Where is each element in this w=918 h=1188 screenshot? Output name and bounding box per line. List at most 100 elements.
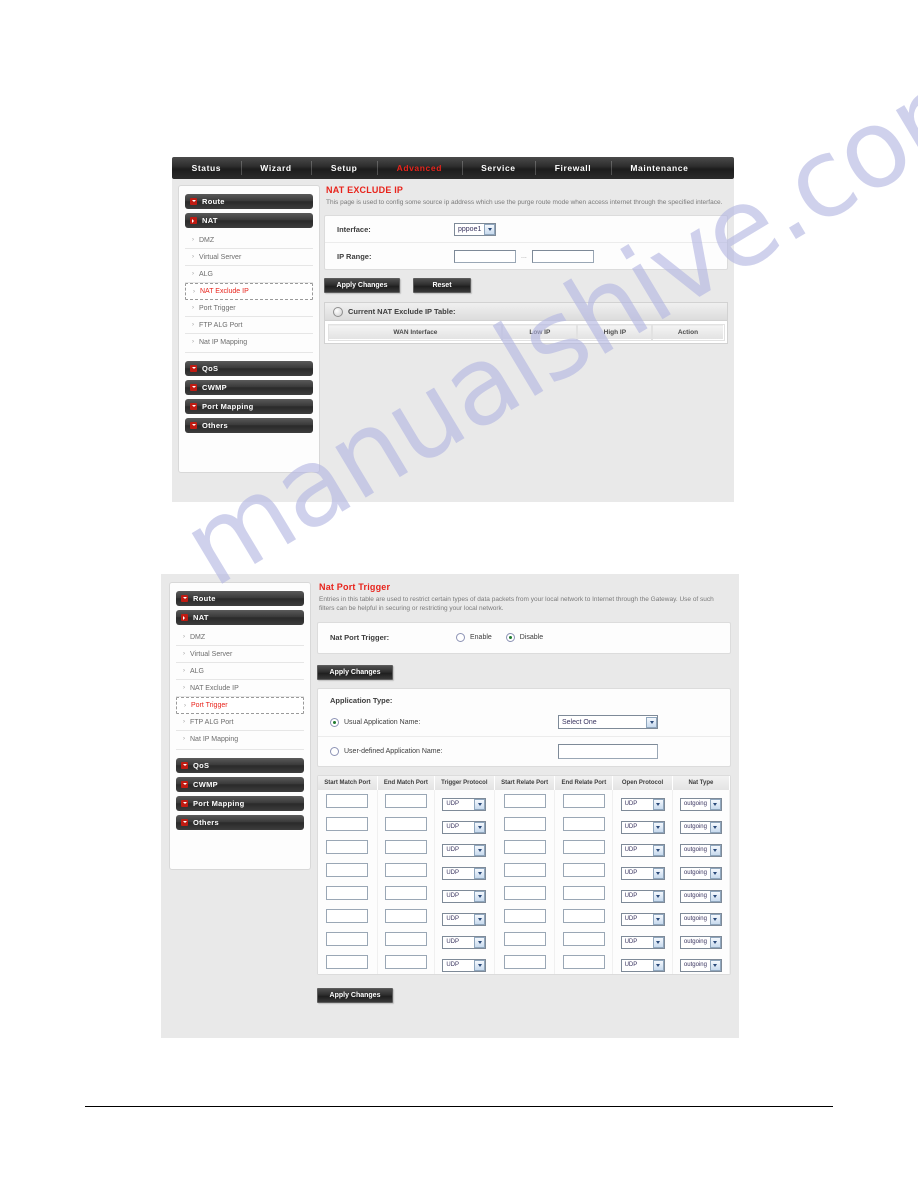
sidebar-item-port-trigger[interactable]: › Port Trigger [176, 697, 304, 714]
start-relate-port-input[interactable] [503, 908, 546, 923]
end-match-port-input[interactable] [384, 931, 427, 946]
sidebar-item-nat-ip-mapping[interactable]: › Nat IP Mapping [176, 731, 304, 747]
ip-range-end-input[interactable] [531, 249, 594, 263]
nat-type-select[interactable]: outgoing [679, 889, 722, 903]
radio-enable[interactable] [456, 633, 465, 643]
radio-usual-application[interactable] [330, 717, 339, 727]
sidebar-item-dmz[interactable]: › DMZ [176, 629, 304, 646]
nat-type-select[interactable]: outgoing [679, 843, 722, 857]
end-relate-port-input[interactable] [562, 862, 605, 877]
open-protocol-select[interactable]: UDP [620, 958, 665, 972]
end-match-port-input[interactable] [384, 816, 427, 831]
start-relate-port-input[interactable] [503, 862, 546, 877]
start-relate-port-input[interactable] [503, 839, 546, 854]
end-relate-port-input[interactable] [562, 816, 605, 831]
end-relate-port-input[interactable] [562, 793, 605, 808]
sidebar-item-port-trigger[interactable]: › Port Trigger [185, 300, 313, 317]
trigger-protocol-select[interactable]: UDP [442, 866, 487, 880]
open-protocol-select[interactable]: UDP [620, 797, 665, 811]
trigger-protocol-select[interactable]: UDP [442, 797, 487, 811]
sidebar-item-virtual-server[interactable]: › Virtual Server [176, 646, 304, 663]
sidebar-group-others[interactable]: Others [176, 815, 304, 830]
sidebar-item-ftp-alg-port[interactable]: › FTP ALG Port [176, 714, 304, 731]
end-match-port-input[interactable] [384, 885, 427, 900]
sidebar-group-port-mapping[interactable]: Port Mapping [185, 399, 313, 414]
open-protocol-select[interactable]: UDP [620, 889, 665, 903]
nat-type-select[interactable]: outgoing [679, 866, 722, 880]
end-relate-port-input[interactable] [562, 908, 605, 923]
radio-userdefined-application[interactable] [330, 746, 339, 756]
end-match-port-input[interactable] [384, 862, 427, 877]
nat-type-select[interactable]: outgoing [679, 797, 722, 811]
interface-select[interactable]: pppoe1 [454, 222, 496, 236]
sidebar-item-ftp-alg-port[interactable]: › FTP ALG Port [185, 317, 313, 334]
end-relate-port-input[interactable] [562, 839, 605, 854]
sidebar-group-nat[interactable]: NAT [176, 610, 304, 625]
start-match-port-input[interactable] [326, 954, 369, 969]
nat-type-select[interactable]: outgoing [679, 912, 722, 926]
trigger-protocol-select[interactable]: UDP [442, 843, 487, 857]
sidebar-item-dmz[interactable]: › DMZ [185, 232, 313, 249]
nat-type-select[interactable]: outgoing [679, 820, 722, 834]
sidebar-item-alg[interactable]: › ALG [185, 266, 313, 283]
trigger-protocol-select[interactable]: UDP [442, 958, 487, 972]
nav-tab-wizard[interactable]: Wizard [240, 157, 312, 179]
sidebar-group-port-mapping[interactable]: Port Mapping [176, 796, 304, 811]
sidebar-item-nat-exclude-ip[interactable]: › NAT Exclude IP [176, 680, 304, 697]
apply-changes-button-bottom[interactable]: Apply Changes [317, 987, 393, 1003]
sidebar-item-nat-exclude-ip[interactable]: › NAT Exclude IP [185, 283, 313, 300]
open-protocol-select[interactable]: UDP [620, 912, 665, 926]
start-relate-port-input[interactable] [503, 885, 546, 900]
start-match-port-input[interactable] [326, 816, 369, 831]
usual-application-select[interactable]: Select One [558, 715, 658, 730]
nav-tab-status[interactable]: Status [172, 157, 241, 179]
trigger-protocol-select[interactable]: UDP [442, 889, 487, 903]
nat-type-select[interactable]: outgoing [679, 935, 722, 949]
ip-range-start-input[interactable] [454, 249, 516, 263]
nav-tab-maintenance[interactable]: Maintenance [610, 157, 708, 179]
start-relate-port-input[interactable] [503, 816, 546, 831]
end-match-port-input[interactable] [384, 954, 427, 969]
end-relate-port-input[interactable] [562, 931, 605, 946]
open-protocol-select[interactable]: UDP [620, 935, 665, 949]
trigger-protocol-select[interactable]: UDP [442, 912, 487, 926]
radio-disable[interactable] [505, 633, 515, 643]
end-match-port-input[interactable] [384, 839, 427, 854]
end-match-port-input[interactable] [384, 908, 427, 923]
start-match-port-input[interactable] [326, 862, 369, 877]
open-protocol-select[interactable]: UDP [620, 820, 665, 834]
open-protocol-select[interactable]: UDP [620, 843, 665, 857]
sidebar-group-cwmp[interactable]: CWMP [185, 380, 313, 395]
start-relate-port-input[interactable] [503, 793, 546, 808]
apply-changes-button[interactable]: Apply Changes [324, 278, 400, 294]
sidebar-item-alg[interactable]: › ALG [176, 663, 304, 680]
start-relate-port-input[interactable] [503, 931, 546, 946]
trigger-protocol-select[interactable]: UDP [442, 820, 487, 834]
start-match-port-input[interactable] [326, 885, 369, 900]
start-match-port-input[interactable] [326, 908, 369, 923]
sidebar-group-qos[interactable]: QoS [176, 758, 304, 773]
reset-button[interactable]: Reset [413, 278, 471, 294]
sidebar-group-others[interactable]: Others [185, 418, 313, 433]
sidebar-item-nat-ip-mapping[interactable]: › Nat IP Mapping [185, 334, 313, 350]
sidebar-group-qos[interactable]: QoS [185, 361, 313, 376]
open-protocol-select[interactable]: UDP [620, 866, 665, 880]
sidebar-group-route[interactable]: Route [176, 591, 304, 606]
sidebar-group-cwmp[interactable]: CWMP [176, 777, 304, 792]
start-relate-port-input[interactable] [503, 954, 546, 969]
start-match-port-input[interactable] [326, 839, 369, 854]
trigger-protocol-select[interactable]: UDP [442, 935, 487, 949]
start-match-port-input[interactable] [326, 931, 369, 946]
end-match-port-input[interactable] [384, 793, 427, 808]
nat-type-select[interactable]: outgoing [679, 958, 722, 972]
userdefined-application-input[interactable] [558, 743, 658, 759]
apply-changes-button-top[interactable]: Apply Changes [317, 664, 393, 680]
end-relate-port-input[interactable] [562, 954, 605, 969]
nav-tab-setup[interactable]: Setup [311, 157, 377, 179]
nav-tab-advanced[interactable]: Advanced [377, 157, 462, 179]
sidebar-item-virtual-server[interactable]: › Virtual Server [185, 249, 313, 266]
start-match-port-input[interactable] [326, 793, 369, 808]
nav-tab-firewall[interactable]: Firewall [535, 157, 611, 179]
end-relate-port-input[interactable] [562, 885, 605, 900]
sidebar-group-nat[interactable]: NAT [185, 213, 313, 228]
